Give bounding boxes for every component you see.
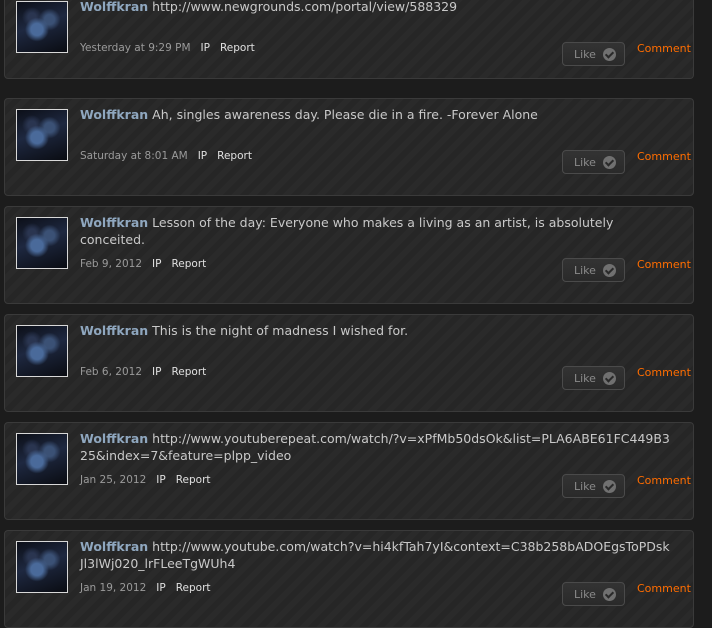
ip-link[interactable]: IP bbox=[156, 582, 165, 594]
ip-link[interactable]: IP bbox=[152, 258, 161, 270]
post-meta: Yesterday at 9:29 PM IP Report bbox=[80, 42, 265, 54]
post-content: Wolffkran Ah, singles awareness day. Plea… bbox=[80, 106, 670, 123]
like-button[interactable]: Like bbox=[562, 474, 625, 498]
avatar[interactable] bbox=[16, 217, 68, 269]
checkmark-icon bbox=[602, 479, 616, 493]
post-content: Wolffkran http://www.youtuberepeat.com/wa… bbox=[80, 430, 670, 464]
post-meta: Saturday at 8:01 AM IP Report bbox=[80, 150, 262, 162]
author-link[interactable]: Wolffkran bbox=[80, 539, 148, 554]
avatar[interactable] bbox=[16, 1, 68, 53]
like-button[interactable]: Like bbox=[562, 258, 625, 282]
report-link[interactable]: Report bbox=[176, 474, 211, 486]
author-link[interactable]: Wolffkran bbox=[80, 431, 148, 446]
author-link[interactable]: Wolffkran bbox=[80, 215, 148, 230]
profile-post: Wolffkran http://www.youtuberepeat.com/wa… bbox=[4, 422, 694, 520]
author-link[interactable]: Wolffkran bbox=[80, 107, 148, 122]
like-label: Like bbox=[574, 47, 596, 61]
post-time[interactable]: Jan 25, 2012 bbox=[80, 474, 146, 486]
report-link[interactable]: Report bbox=[220, 42, 255, 54]
post-text: Ah, singles awareness day. Please die in… bbox=[152, 107, 538, 122]
like-button[interactable]: Like bbox=[562, 582, 625, 606]
profile-post: Wolffkran http://www.youtube.com/watch?v=… bbox=[4, 530, 694, 628]
like-button[interactable]: Like bbox=[562, 366, 625, 390]
report-link[interactable]: Report bbox=[171, 366, 206, 378]
like-label: Like bbox=[574, 479, 596, 493]
avatar[interactable] bbox=[16, 109, 68, 161]
checkmark-icon bbox=[602, 587, 616, 601]
post-content: Wolffkran http://www.newgrounds.com/porta… bbox=[80, 0, 670, 15]
post-content: Wolffkran Lesson of the day: Everyone who… bbox=[80, 214, 670, 248]
profile-post: Wolffkran http://www.newgrounds.com/porta… bbox=[4, 0, 694, 79]
author-link[interactable]: Wolffkran bbox=[80, 0, 148, 14]
like-label: Like bbox=[574, 371, 596, 385]
post-text: http://www.newgrounds.com/portal/view/58… bbox=[152, 0, 458, 14]
comment-link[interactable]: Comment bbox=[637, 258, 691, 271]
post-content: Wolffkran http://www.youtube.com/watch?v=… bbox=[80, 538, 670, 572]
post-meta: Feb 6, 2012 IP Report bbox=[80, 366, 216, 378]
report-link[interactable]: Report bbox=[217, 150, 252, 162]
like-button[interactable]: Like bbox=[562, 42, 625, 66]
post-meta: Feb 9, 2012 IP Report bbox=[80, 258, 216, 270]
avatar[interactable] bbox=[16, 541, 68, 593]
post-meta: Jan 19, 2012 IP Report bbox=[80, 582, 221, 594]
avatar[interactable] bbox=[16, 433, 68, 485]
like-label: Like bbox=[574, 263, 596, 277]
comment-link[interactable]: Comment bbox=[637, 474, 691, 487]
post-time[interactable]: Saturday at 8:01 AM bbox=[80, 150, 188, 162]
post-time[interactable]: Feb 6, 2012 bbox=[80, 366, 142, 378]
post-meta: Jan 25, 2012 IP Report bbox=[80, 474, 221, 486]
profile-post: Wolffkran Ah, singles awareness day. Plea… bbox=[4, 98, 694, 196]
report-link[interactable]: Report bbox=[171, 258, 206, 270]
checkmark-icon bbox=[602, 47, 616, 61]
checkmark-icon bbox=[602, 371, 616, 385]
checkmark-icon bbox=[602, 263, 616, 277]
post-text: This is the night of madness I wished fo… bbox=[152, 323, 409, 338]
ip-link[interactable]: IP bbox=[201, 42, 210, 54]
comment-link[interactable]: Comment bbox=[637, 366, 691, 379]
profile-post: Wolffkran This is the night of madness I … bbox=[4, 314, 694, 412]
post-content: Wolffkran This is the night of madness I … bbox=[80, 322, 670, 339]
profile-post-feed: Wolffkran http://www.newgrounds.com/porta… bbox=[0, 0, 712, 628]
author-link[interactable]: Wolffkran bbox=[80, 323, 148, 338]
like-button[interactable]: Like bbox=[562, 150, 625, 174]
ip-link[interactable]: IP bbox=[198, 150, 207, 162]
comment-link[interactable]: Comment bbox=[637, 582, 691, 595]
ip-link[interactable]: IP bbox=[156, 474, 165, 486]
comment-link[interactable]: Comment bbox=[637, 150, 691, 163]
avatar[interactable] bbox=[16, 325, 68, 377]
post-text: http://www.youtuberepeat.com/watch/?v=xP… bbox=[80, 431, 670, 463]
report-link[interactable]: Report bbox=[176, 582, 211, 594]
post-text: http://www.youtube.com/watch?v=hi4kfTah7… bbox=[80, 539, 670, 571]
comment-link[interactable]: Comment bbox=[637, 42, 691, 55]
post-time[interactable]: Feb 9, 2012 bbox=[80, 258, 142, 270]
post-time[interactable]: Yesterday at 9:29 PM bbox=[80, 42, 191, 54]
post-text: Lesson of the day: Everyone who makes a … bbox=[80, 215, 614, 247]
ip-link[interactable]: IP bbox=[152, 366, 161, 378]
like-label: Like bbox=[574, 587, 596, 601]
checkmark-icon bbox=[602, 155, 616, 169]
post-time[interactable]: Jan 19, 2012 bbox=[80, 582, 146, 594]
like-label: Like bbox=[574, 155, 596, 169]
profile-post: Wolffkran Lesson of the day: Everyone who… bbox=[4, 206, 694, 304]
